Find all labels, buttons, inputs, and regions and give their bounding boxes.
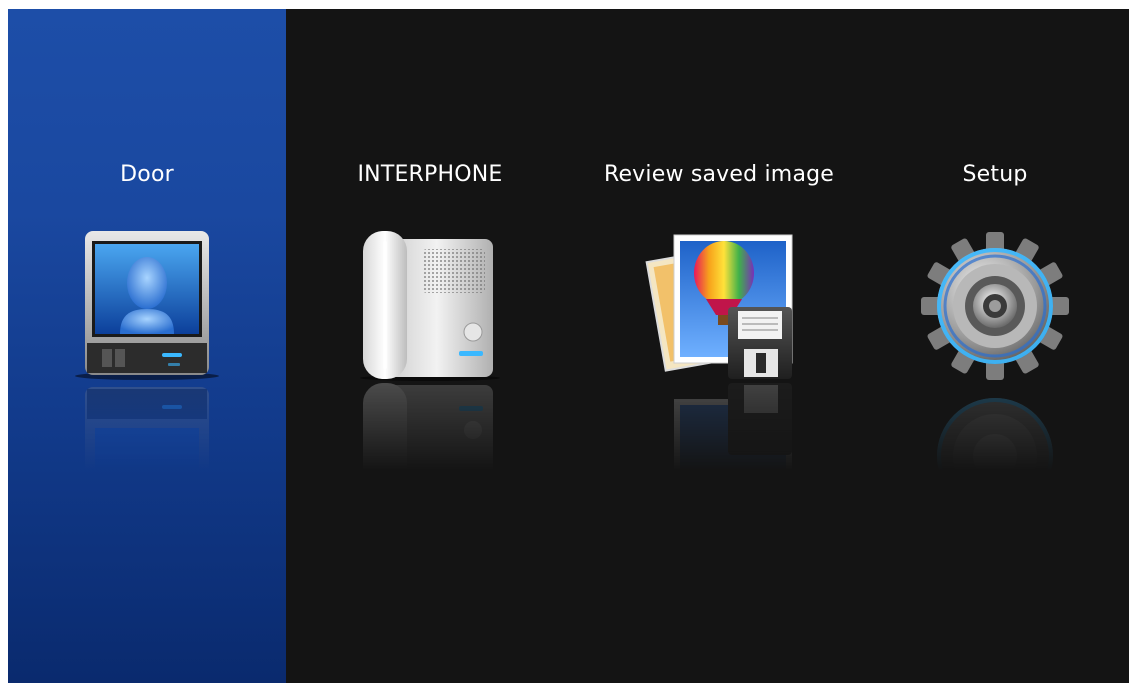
saved-image-icon <box>644 231 794 381</box>
saved-image-reflection <box>644 381 794 531</box>
gear-reflection <box>920 381 1070 531</box>
menu-item-interphone[interactable]: INTERPHONE <box>291 9 569 683</box>
door-monitor-reflection <box>72 381 222 531</box>
interphone-icon <box>355 231 505 381</box>
menu-item-label: INTERPHONE <box>357 162 503 187</box>
gear-icon <box>920 231 1070 381</box>
menu-item-door[interactable]: Door <box>8 9 286 683</box>
menu-item-setup[interactable]: Setup <box>861 9 1129 683</box>
main-menu-screen: Door INTERPHONE Review saved image Setup <box>8 9 1129 683</box>
menu-item-label: Door <box>120 162 174 187</box>
door-monitor-icon <box>72 231 222 381</box>
interphone-reflection <box>355 381 505 531</box>
menu-item-label: Setup <box>962 162 1028 187</box>
menu-item-review-saved-image[interactable]: Review saved image <box>577 9 861 683</box>
menu-item-label: Review saved image <box>603 162 835 187</box>
